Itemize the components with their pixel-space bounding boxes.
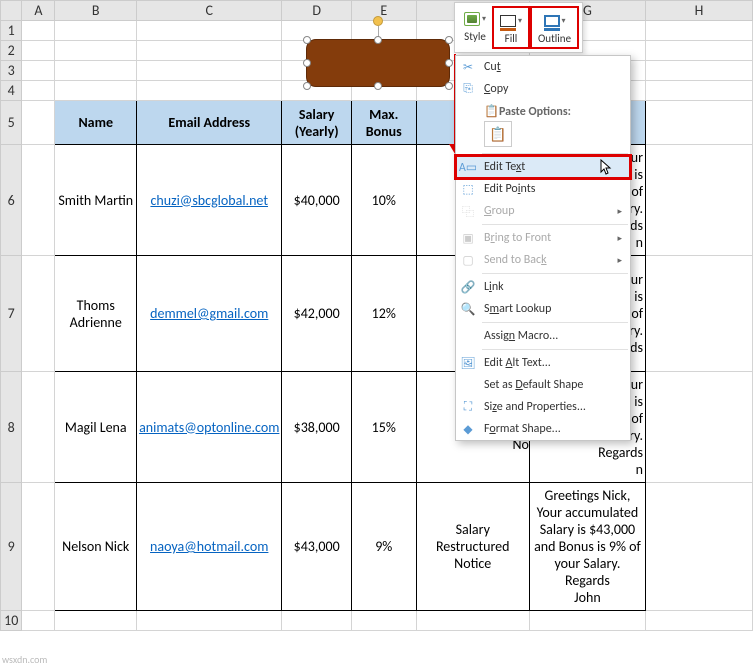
fill-label: Fill	[505, 32, 518, 45]
row-2[interactable]: 2	[1, 41, 22, 61]
cursor-icon	[600, 159, 614, 177]
cell-salary[interactable]: $42,000	[282, 256, 351, 372]
cell-email[interactable]: animats@optonline.com	[137, 372, 282, 483]
resize-handle[interactable]	[303, 59, 311, 67]
col-h[interactable]: H	[645, 1, 752, 21]
cell-salary[interactable]: $40,000	[282, 145, 351, 256]
hdr-email: Email Address	[137, 101, 282, 145]
cell-name[interactable]: Nelson Nick	[55, 483, 137, 611]
ctx-group: ⿻Group▸	[456, 200, 630, 222]
cut-icon: ✂	[460, 59, 476, 75]
ctx-set-default[interactable]: Set as Default Shape	[456, 374, 630, 396]
ctx-format-shape[interactable]: ◆Format Shape...	[456, 418, 630, 440]
cell-name[interactable]: Thoms Adrienne	[55, 256, 137, 372]
cell-salary[interactable]: $38,000	[282, 372, 351, 483]
ctx-edit-points[interactable]: ⬚Edit Points	[456, 178, 630, 200]
link-icon: 🔗	[460, 279, 476, 295]
size-icon: ⛶	[460, 399, 476, 415]
col-b[interactable]: B	[55, 1, 137, 21]
bring-front-icon: ▣	[460, 230, 476, 246]
col-d[interactable]: D	[282, 1, 351, 21]
resize-handle[interactable]	[374, 36, 382, 44]
hdr-salary: Salary (Yearly)	[282, 101, 351, 145]
copy-icon: ⎘	[460, 81, 476, 97]
cell-email[interactable]: naoya@hotmail.com	[137, 483, 282, 611]
ctx-paste-heading: 📋Paste Options:	[456, 100, 630, 121]
resize-handle[interactable]	[445, 36, 453, 44]
col-c[interactable]: C	[137, 1, 282, 21]
resize-handle[interactable]	[445, 82, 453, 90]
send-back-icon: ▢	[460, 252, 476, 268]
format-icon: ◆	[460, 421, 476, 437]
outline-label: Outline	[538, 32, 571, 45]
context-menu: ✂Cut ⎘Copy 📋Paste Options: 📋 A▭ Edit Tex…	[455, 55, 631, 441]
edit-points-icon: ⬚	[460, 181, 476, 197]
smart-lookup-icon: 🔍	[460, 301, 476, 317]
row-3[interactable]: 3	[1, 61, 22, 81]
hdr-name: Name	[55, 101, 137, 145]
hdr-bonus: Max. Bonus	[351, 101, 416, 145]
row-10[interactable]: 10	[1, 611, 22, 631]
group-icon: ⿻	[460, 203, 476, 219]
row-6[interactable]: 6	[1, 145, 22, 256]
paste-icon: 📋	[484, 105, 499, 119]
rounded-rectangle-shape[interactable]	[306, 39, 450, 87]
paste-option-button[interactable]: 📋	[484, 121, 512, 147]
ctx-copy[interactable]: ⎘Copy	[456, 78, 630, 100]
outline-icon	[544, 15, 560, 27]
cell-salary[interactable]: $43,000	[282, 483, 351, 611]
ctx-send-back: ▢Send to Back▸	[456, 249, 630, 271]
watermark: wsxdn.com	[2, 653, 47, 666]
ctx-bring-front: ▣Bring to Front▸	[456, 227, 630, 249]
cell-email[interactable]: demmel@gmail.com	[137, 256, 282, 372]
ctx-edit-text[interactable]: A▭ Edit Text	[456, 156, 630, 178]
ctx-assign-macro[interactable]: Assign Macro...	[456, 325, 630, 347]
ctx-smart-lookup[interactable]: 🔍Smart Lookup	[456, 298, 630, 320]
cell-name[interactable]: Smith Martin	[55, 145, 137, 256]
style-icon	[464, 12, 480, 26]
col-e[interactable]: E	[351, 1, 416, 21]
row-9[interactable]: 9	[1, 483, 22, 611]
cell-bonus[interactable]: 12%	[351, 256, 416, 372]
row-4[interactable]: 4	[1, 81, 22, 101]
ctx-link[interactable]: 🔗Link	[456, 276, 630, 298]
cell-name[interactable]: Magil Lena	[55, 372, 137, 483]
cell-email[interactable]: chuzi@sbcglobal.net	[137, 145, 282, 256]
fill-button[interactable]: ▾ Fill	[492, 6, 530, 49]
ctx-cut[interactable]: ✂Cut	[456, 56, 630, 78]
cell-body[interactable]: Greetings Nick, Your accumulated Salary …	[529, 483, 645, 611]
col-a[interactable]: A	[22, 1, 55, 21]
row-1[interactable]: 1	[1, 21, 22, 41]
alt-text-icon: 🖼	[460, 355, 476, 371]
fill-icon	[500, 15, 516, 27]
row-7[interactable]: 7	[1, 256, 22, 372]
outline-button[interactable]: ▾ Outline	[530, 6, 579, 49]
style-label: Style	[464, 30, 486, 43]
style-button[interactable]: ▾ Style	[458, 6, 492, 45]
shape-mini-toolbar: ▾ Style ▾ Fill ▾ Outline	[454, 2, 583, 53]
cell-bonus[interactable]: 9%	[351, 483, 416, 611]
rotation-handle[interactable]	[373, 16, 383, 26]
spreadsheet-grid: A B C D E F G H 1 2 3 4 5 Name Email Add…	[0, 0, 753, 631]
resize-handle[interactable]	[303, 82, 311, 90]
row-8[interactable]: 8	[1, 372, 22, 483]
cell-subject[interactable]: Salary Restructured Notice	[416, 483, 529, 611]
cell-bonus[interactable]: 10%	[351, 145, 416, 256]
row-5[interactable]: 5	[1, 101, 22, 145]
resize-handle[interactable]	[374, 82, 382, 90]
cell-bonus[interactable]: 15%	[351, 372, 416, 483]
ctx-size-props[interactable]: ⛶Size and Properties...	[456, 396, 630, 418]
resize-handle[interactable]	[445, 59, 453, 67]
resize-handle[interactable]	[303, 36, 311, 44]
edit-text-icon: A▭	[460, 159, 476, 175]
ctx-edit-alt-text[interactable]: 🖼Edit Alt Text...	[456, 352, 630, 374]
